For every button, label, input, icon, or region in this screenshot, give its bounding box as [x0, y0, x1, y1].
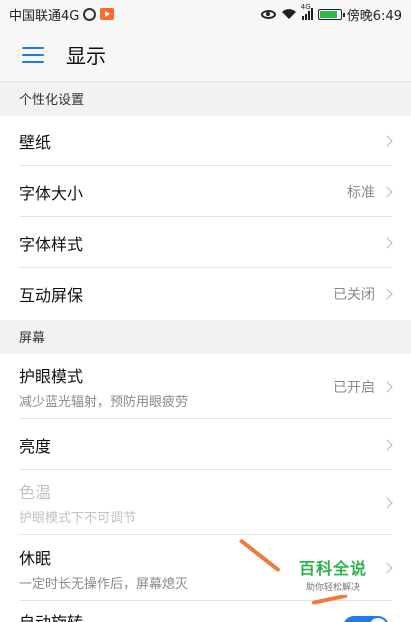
battery-icon — [317, 8, 345, 20]
status-bar: 中国联通4G 4G 傍晚6:49 — [0, 0, 411, 28]
chevron-right-icon — [381, 236, 393, 249]
eye-comfort-icon — [260, 9, 276, 19]
setting-font-size[interactable]: 字体大小 标准 — [0, 166, 411, 217]
watermark-subtitle: 助你轻松解决 — [305, 583, 360, 593]
clock: 傍晚6:49 — [346, 8, 402, 24]
chevron-right-icon — [381, 135, 393, 147]
row-title: 亮度 — [19, 436, 52, 456]
setting-color-temperature: 色温 护眼模式下不可调节 — [0, 470, 411, 535]
chevron-right-icon — [381, 185, 393, 198]
section-header-personalization: 个性化设置 — [0, 82, 411, 116]
section-header-screen: 屏幕 — [0, 320, 411, 354]
chevron-right-icon — [381, 380, 393, 393]
wifi-icon — [281, 9, 296, 19]
row-title: 互动屏保 — [19, 286, 84, 305]
chevron-right-icon — [381, 438, 393, 451]
battery-level — [319, 10, 337, 18]
setting-wallpaper[interactable]: 壁纸 — [0, 116, 411, 166]
row-title: 护眼模式 — [19, 367, 84, 386]
row-title: 休眠 — [19, 548, 52, 568]
row-subtitle: 护眼模式下不可调节 — [19, 511, 137, 526]
row-subtitle: 减少蓝光辐射，预防用眼疲劳 — [19, 395, 189, 410]
row-value: 标准 — [347, 184, 375, 201]
cell-signal-icon: 4G — [301, 3, 313, 20]
row-subtitle: 一定时长无操作后，屏幕熄灭 — [19, 576, 189, 592]
row-title: 色温 — [19, 483, 52, 502]
chevron-right-icon — [381, 496, 393, 509]
row-title: 字体大小 — [19, 183, 84, 203]
video-app-icon — [100, 8, 115, 20]
watermark-title: 百科全说 — [298, 559, 367, 578]
app-bar: 显示 — [0, 28, 411, 82]
sync-circle-icon — [83, 7, 97, 21]
row-value: 已开启 — [333, 379, 375, 396]
setting-brightness[interactable]: 亮度 — [0, 419, 411, 470]
carrier-label: 中国联通4G — [9, 8, 80, 24]
row-title: 壁纸 — [19, 133, 52, 152]
page-title: 显示 — [66, 44, 106, 68]
setting-font-style[interactable]: 字体样式 — [0, 217, 411, 268]
row-value: 已关闭 — [333, 287, 375, 303]
watermark-logo: 百科全说 助你轻松解决 — [283, 553, 383, 595]
chevron-right-icon — [381, 288, 393, 300]
row-title: 字体样式 — [19, 234, 84, 254]
chevron-right-icon — [381, 562, 393, 574]
auto-rotate-toggle[interactable] — [343, 616, 389, 622]
network-type-label: 4G — [300, 3, 311, 11]
menu-icon[interactable] — [22, 46, 44, 63]
setting-interactive-screensaver[interactable]: 互动屏保 已关闭 — [0, 268, 411, 320]
row-title: 自动旋转 — [19, 609, 83, 622]
setting-eye-comfort[interactable]: 护眼模式 减少蓝光辐射，预防用眼疲劳 已开启 — [0, 354, 411, 419]
